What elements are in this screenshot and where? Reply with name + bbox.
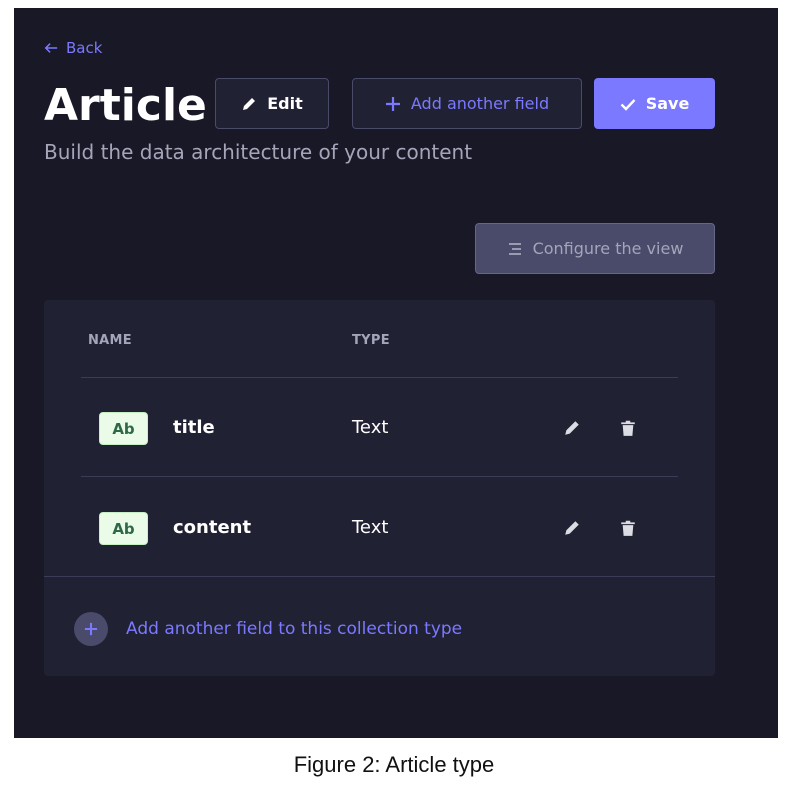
page-title: Article [44, 80, 207, 131]
field-type: Text [352, 417, 389, 438]
field-name: title [173, 417, 215, 438]
add-field-to-collection-button[interactable]: Add another field to this collection typ… [74, 612, 462, 646]
add-circle [74, 612, 108, 646]
field-type-badge: Ab [99, 412, 148, 445]
back-label: Back [66, 39, 103, 57]
back-link[interactable]: Back [44, 38, 102, 58]
save-button[interactable]: Save [594, 78, 715, 129]
column-header-name: NAME [88, 333, 132, 348]
edit-button[interactable]: Edit [215, 78, 329, 129]
field-name: content [173, 517, 252, 538]
arrow-left-icon [44, 43, 58, 53]
pencil-icon [565, 421, 579, 435]
add-field-label: Add another field [410, 94, 550, 113]
footer-divider [44, 576, 715, 577]
configure-view-label: Configure the view [532, 239, 684, 258]
content-type-builder-panel: Back Article Edit Add another field Save… [14, 8, 778, 738]
trash-icon [621, 420, 635, 436]
table-row: Ab content Text [81, 478, 678, 576]
edit-field-button[interactable] [562, 418, 582, 438]
layout-lines-icon [508, 242, 521, 255]
pencil-icon [565, 521, 579, 535]
table-row: Ab title Text [81, 378, 678, 476]
edit-button-label: Edit [267, 94, 303, 113]
plus-icon [385, 96, 400, 111]
configure-view-button[interactable]: Configure the view [475, 223, 715, 274]
check-icon [620, 98, 636, 111]
plus-icon [84, 622, 98, 636]
figure-caption: Figure 2: Article type [293, 752, 495, 777]
fields-table: NAME TYPE Ab title Text Ab content Text [44, 300, 715, 676]
field-type-badge: Ab [99, 512, 148, 545]
add-another-field-button[interactable]: Add another field [352, 78, 582, 129]
field-type: Text [352, 517, 389, 538]
row-divider [81, 476, 678, 477]
column-header-type: TYPE [352, 333, 390, 348]
edit-field-button[interactable] [562, 518, 582, 538]
save-button-label: Save [645, 94, 690, 113]
delete-field-button[interactable] [618, 418, 638, 438]
page-subtitle: Build the data architecture of your cont… [44, 140, 473, 164]
trash-icon [621, 520, 635, 536]
add-field-footer-label: Add another field to this collection typ… [126, 619, 463, 639]
pencil-icon [243, 97, 256, 110]
delete-field-button[interactable] [618, 518, 638, 538]
